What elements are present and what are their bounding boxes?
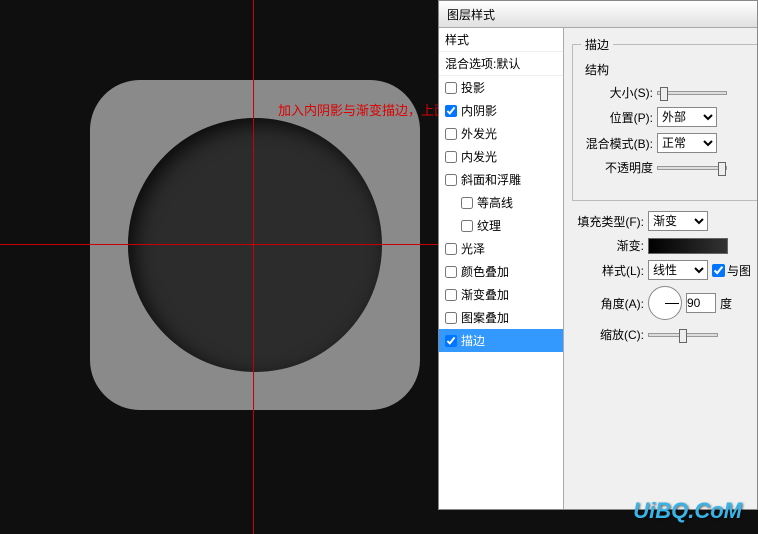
scale-slider[interactable] — [648, 333, 718, 337]
inner-shadow-checkbox[interactable] — [445, 105, 457, 117]
position-label: 位置(P): — [581, 109, 653, 126]
style-color-overlay[interactable]: 颜色叠加 — [439, 260, 563, 283]
contour-checkbox[interactable] — [461, 197, 473, 209]
style-texture[interactable]: 纹理 — [439, 214, 563, 237]
align-checkbox[interactable] — [712, 264, 725, 277]
scale-slider-thumb[interactable] — [679, 329, 687, 343]
dialog-title: 图层样式 — [447, 8, 495, 22]
fill-type-label: 填充类型(F): — [572, 213, 644, 230]
style-contour[interactable]: 等高线 — [439, 191, 563, 214]
blend-defaults-row[interactable]: 混合选项:默认 — [439, 52, 563, 76]
style-inner-glow[interactable]: 内发光 — [439, 145, 563, 168]
stroke-checkbox[interactable] — [445, 335, 457, 347]
scale-label: 缩放(C): — [572, 326, 644, 343]
layer-style-dialog: 图层样式 样式 混合选项:默认 投影 内阴影 外发光 内发光 斜面和浮雕 等高线… — [438, 0, 758, 510]
opacity-label: 不透明度 — [581, 159, 653, 176]
angle-label: 角度(A): — [572, 295, 644, 312]
gradient-swatch[interactable] — [648, 238, 728, 254]
style-pattern-overlay[interactable]: 图案叠加 — [439, 306, 563, 329]
structure-legend: 结构 — [581, 61, 613, 78]
pattern-overlay-checkbox[interactable] — [445, 312, 457, 324]
watermark: UiBQ.CoM — [633, 498, 742, 524]
fill-type-select[interactable]: 渐变 — [648, 211, 708, 231]
style-gradient-overlay[interactable]: 渐变叠加 — [439, 283, 563, 306]
style-bevel[interactable]: 斜面和浮雕 — [439, 168, 563, 191]
style-drop-shadow[interactable]: 投影 — [439, 76, 563, 99]
angle-dial[interactable] — [648, 286, 682, 320]
angle-unit: 度 — [720, 295, 732, 312]
stroke-legend: 描边 — [581, 36, 613, 53]
inner-circle-shape — [128, 118, 382, 372]
structure-fieldset: 结构 大小(S): 位置(P): 外部 混合模式(B): 正常 不透明度 — [581, 61, 753, 182]
styles-list: 样式 混合选项:默认 投影 内阴影 外发光 内发光 斜面和浮雕 等高线 纹理 光… — [439, 28, 564, 509]
size-label: 大小(S): — [581, 84, 653, 101]
angle-input[interactable] — [686, 293, 716, 313]
blend-mode-select[interactable]: 正常 — [657, 133, 717, 153]
dialog-titlebar[interactable]: 图层样式 — [439, 1, 757, 28]
bevel-checkbox[interactable] — [445, 174, 457, 186]
drop-shadow-checkbox[interactable] — [445, 82, 457, 94]
rounded-square-shape — [90, 80, 420, 410]
styles-header[interactable]: 样式 — [439, 28, 563, 52]
stroke-settings: 描边 结构 大小(S): 位置(P): 外部 混合模式(B): 正常 — [564, 28, 757, 509]
style-inner-shadow[interactable]: 内阴影 — [439, 99, 563, 122]
blend-mode-label: 混合模式(B): — [581, 135, 653, 152]
size-slider-thumb[interactable] — [660, 87, 668, 101]
gradient-label: 渐变: — [572, 237, 644, 254]
align-label: 与图 — [727, 262, 751, 279]
stroke-fieldset: 描边 结构 大小(S): 位置(P): 外部 混合模式(B): 正常 — [572, 36, 757, 201]
style-satin[interactable]: 光泽 — [439, 237, 563, 260]
inner-glow-checkbox[interactable] — [445, 151, 457, 163]
style-stroke[interactable]: 描边 — [439, 329, 563, 352]
gradient-overlay-checkbox[interactable] — [445, 289, 457, 301]
color-overlay-checkbox[interactable] — [445, 266, 457, 278]
texture-checkbox[interactable] — [461, 220, 473, 232]
style-label: 样式(L): — [572, 262, 644, 279]
satin-checkbox[interactable] — [445, 243, 457, 255]
style-outer-glow[interactable]: 外发光 — [439, 122, 563, 145]
guide-vertical[interactable] — [253, 0, 254, 534]
outer-glow-checkbox[interactable] — [445, 128, 457, 140]
opacity-slider-thumb[interactable] — [718, 162, 726, 176]
gradient-style-select[interactable]: 线性 — [648, 260, 708, 280]
size-slider[interactable] — [657, 91, 727, 95]
position-select[interactable]: 外部 — [657, 107, 717, 127]
opacity-slider[interactable] — [657, 166, 727, 170]
